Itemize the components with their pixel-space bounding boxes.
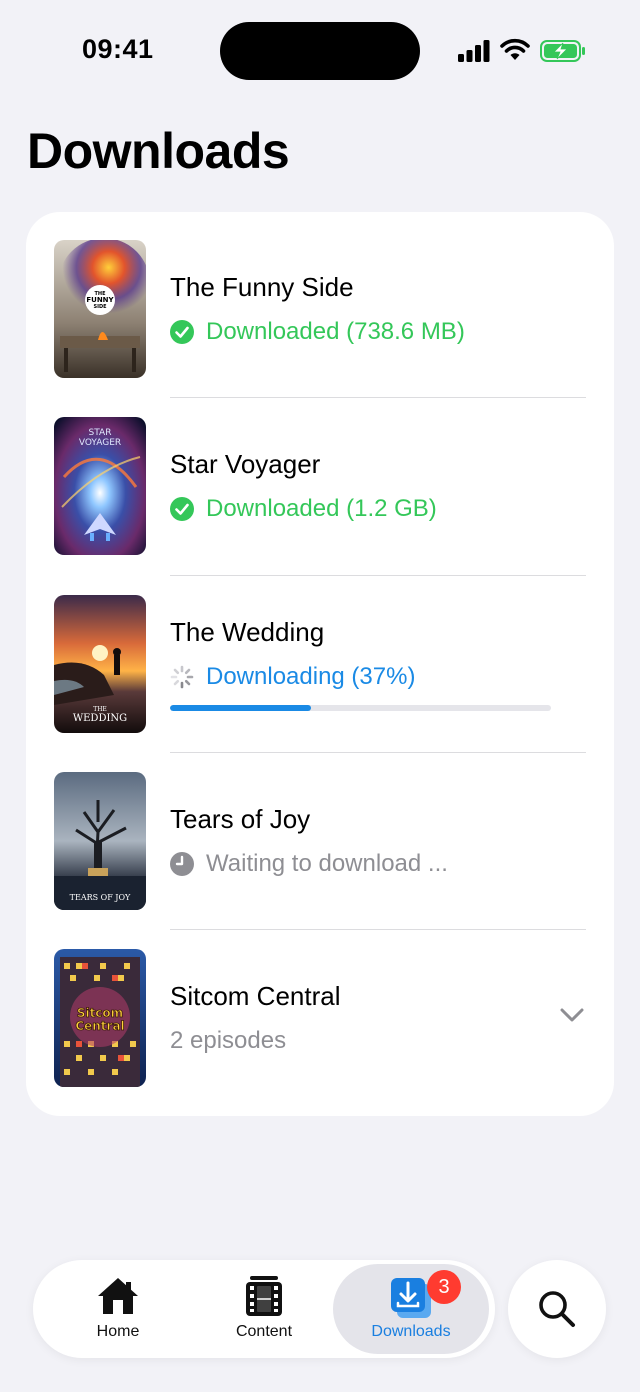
- svg-text:STAR: STAR: [89, 428, 112, 438]
- svg-text:Sitcom: Sitcom: [77, 1006, 123, 1020]
- list-item-tears-of-joy[interactable]: TEARS OF JOY Tears of Joy Waiting to dow…: [26, 744, 614, 930]
- status-time: 09:41: [82, 34, 154, 64]
- item-title: The Funny Side: [170, 272, 354, 302]
- list-item-the-funny-side[interactable]: THE FUNNY SIDE The Funny Side Downloaded…: [26, 212, 614, 398]
- item-status: Waiting to download ...: [170, 850, 448, 878]
- svg-text:TEARS OF JOY: TEARS OF JOY: [70, 893, 131, 902]
- svg-text:WEDDING: WEDDING: [73, 713, 127, 724]
- cellular-signal-icon: [458, 40, 490, 62]
- download-progress-bar: [170, 705, 551, 711]
- item-title: The Wedding: [170, 617, 325, 647]
- download-progress-fill: [170, 705, 311, 711]
- poster-thumbnail: THE FUNNY SIDE: [54, 240, 146, 378]
- film-icon: [246, 1276, 282, 1316]
- svg-text:SIDE: SIDE: [93, 304, 107, 310]
- svg-text:THE: THE: [93, 706, 107, 713]
- checkmark-circle-icon: [170, 497, 194, 521]
- tab-content[interactable]: Content: [199, 1260, 329, 1358]
- svg-text:VOYAGER: VOYAGER: [79, 438, 121, 448]
- wifi-icon: [500, 38, 530, 60]
- checkmark-circle-icon: [170, 320, 194, 344]
- downloads-list: THE FUNNY SIDE The Funny Side Downloaded…: [26, 212, 614, 1116]
- item-title: Star Voyager: [170, 449, 321, 479]
- page-title: Downloads: [27, 123, 290, 179]
- item-status: Downloading (37%): [170, 663, 415, 691]
- list-item-sitcom-central[interactable]: Sitcom Central Sitcom Central 2 episodes: [26, 921, 614, 1098]
- item-status: 2 episodes: [170, 1027, 286, 1055]
- list-item-star-voyager[interactable]: STAR VOYAGER Star Voyager Downloaded (1.…: [26, 389, 614, 576]
- item-status-text: Waiting to download ...: [206, 850, 448, 877]
- svg-text:FUNNY: FUNNY: [86, 296, 114, 304]
- chevron-down-icon[interactable]: [560, 1008, 584, 1022]
- status-bar: 09:41: [0, 0, 640, 100]
- item-status-text: Downloading (37%): [206, 663, 416, 690]
- downloads-count-badge: 3: [427, 1270, 461, 1304]
- search-icon: [539, 1291, 575, 1327]
- dynamic-island: [220, 22, 420, 80]
- poster-thumbnail: STAR VOYAGER: [54, 417, 146, 555]
- svg-text:Central: Central: [75, 1019, 124, 1033]
- tab-label: Home: [96, 1323, 140, 1340]
- item-status: Downloaded (738.6 MB): [170, 318, 465, 346]
- list-item-the-wedding[interactable]: THE WEDDING The Wedding Downloading (37%…: [26, 567, 614, 744]
- tab-bar: Home Content 3 Downloads: [33, 1260, 495, 1358]
- battery-charging-icon: [540, 40, 585, 62]
- search-button[interactable]: [508, 1260, 606, 1358]
- house-icon: [98, 1278, 138, 1314]
- item-title: Sitcom Central: [170, 981, 341, 1011]
- tab-label: Content: [235, 1323, 293, 1340]
- poster-thumbnail: THE WEDDING: [54, 595, 146, 733]
- spinner-icon: [170, 665, 194, 689]
- tab-downloads[interactable]: 3 Downloads: [333, 1264, 489, 1354]
- downloads-screen: 09:41 Downloads THE FUNNY SIDE The Funny…: [0, 0, 640, 1392]
- poster-thumbnail: Sitcom Central: [54, 949, 146, 1087]
- item-status: Downloaded (1.2 GB): [170, 495, 437, 523]
- poster-thumbnail: TEARS OF JOY: [54, 772, 146, 910]
- item-status-text: Downloaded (1.2 GB): [206, 495, 437, 522]
- tab-home[interactable]: Home: [53, 1260, 183, 1358]
- item-status-text: Downloaded (738.6 MB): [206, 318, 465, 345]
- item-title: Tears of Joy: [170, 804, 311, 834]
- item-status-text: 2 episodes: [170, 1027, 287, 1054]
- clock-icon: [170, 852, 194, 876]
- tab-label: Downloads: [371, 1323, 451, 1340]
